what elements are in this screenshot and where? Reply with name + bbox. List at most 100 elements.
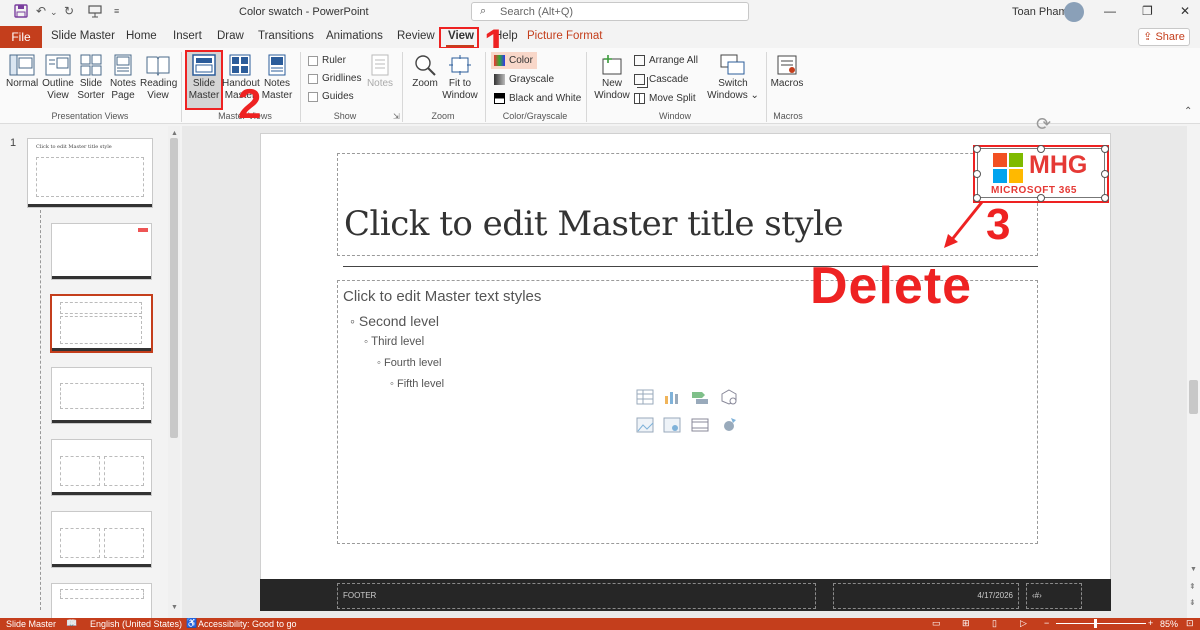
undo-icon[interactable]: ↶ [36, 4, 46, 20]
insert-icons-icon[interactable] [720, 417, 738, 433]
layout-thumbnail[interactable] [51, 511, 152, 568]
body-placeholder[interactable] [337, 280, 1038, 544]
layout-thumbnail[interactable] [51, 439, 152, 496]
switch-windows-button[interactable]: Switch Windows ⌄ [706, 54, 760, 102]
status-accessibility[interactable]: Accessibility: Good to go [198, 619, 297, 629]
scrollbar-thumb[interactable] [1189, 380, 1198, 414]
guides-check[interactable] [308, 91, 318, 102]
color-button[interactable]: Color [494, 55, 533, 66]
grayscale-button[interactable]: Grayscale [494, 74, 554, 85]
dialog-launcher-icon[interactable]: ⇲ [393, 112, 400, 121]
insert-3d-model-icon[interactable] [720, 389, 738, 405]
slide-title[interactable]: Click to edit Master title style [344, 204, 844, 244]
normal-view-button[interactable]: Normal [6, 54, 38, 90]
body-level-3[interactable]: ◦ Third level [364, 336, 424, 348]
canvas-scrollbar[interactable]: ▼ ⇞ ⇟ [1187, 126, 1200, 618]
reading-status-icon[interactable]: ▯ [992, 618, 997, 629]
zoom-slider[interactable] [1056, 623, 1146, 624]
collapse-ribbon-icon[interactable]: ⌃ [1184, 106, 1192, 117]
slides-pane-scrollbar[interactable]: ▲ ▼ [168, 126, 180, 618]
tab-picture-format[interactable]: Picture Format [527, 30, 602, 42]
resize-handle[interactable] [1101, 194, 1109, 202]
normal-view-status-icon[interactable]: ▭ [932, 618, 941, 629]
resize-handle[interactable] [1101, 145, 1109, 153]
guides-checkbox[interactable]: Guides [308, 91, 354, 102]
search-box[interactable]: ⌕ Search (Alt+Q) [471, 2, 749, 21]
status-language[interactable]: English (United States) [90, 619, 182, 629]
body-level-5[interactable]: ◦ Fifth level [390, 378, 444, 390]
tab-file[interactable]: File [0, 26, 42, 48]
zoom-in-icon[interactable]: + [1148, 618, 1153, 628]
save-icon[interactable] [14, 4, 28, 20]
slide-number-placeholder[interactable]: ‹#› [1026, 583, 1082, 609]
footer-placeholder[interactable]: FOOTER [337, 583, 816, 609]
gridlines-checkbox[interactable]: Gridlines [308, 73, 361, 84]
fit-to-window-button[interactable]: Fit to Window [441, 54, 479, 102]
avatar[interactable] [1064, 2, 1084, 22]
scroll-down-icon[interactable]: ▼ [1190, 566, 1197, 573]
notes-button[interactable]: Notes [364, 54, 396, 90]
resize-handle[interactable] [973, 170, 981, 178]
next-slide-icon[interactable]: ⇟ [1189, 598, 1196, 607]
date-placeholder[interactable]: 4/17/2026 [833, 583, 1019, 609]
share-button[interactable]: ⇪ Share [1138, 28, 1190, 46]
present-icon[interactable] [88, 4, 102, 20]
restore-icon[interactable]: ❐ [1142, 4, 1153, 18]
previous-slide-icon[interactable]: ⇞ [1189, 582, 1196, 591]
slide-sorter-button[interactable]: Slide Sorter [76, 54, 106, 102]
notes-page-button[interactable]: Notes Page [108, 54, 138, 102]
redo-icon[interactable]: ↻ [64, 4, 74, 20]
fit-slide-icon[interactable]: ⊡ [1186, 618, 1194, 629]
resize-handle[interactable] [973, 145, 981, 153]
insert-smartart-icon[interactable] [691, 389, 709, 405]
insert-table-icon[interactable] [636, 389, 654, 405]
master-thumbnail[interactable]: Click to edit Master title style [27, 138, 153, 208]
tab-animations[interactable]: Animations [326, 30, 383, 42]
zoom-level[interactable]: 85% [1160, 619, 1178, 629]
insert-chart-icon[interactable] [663, 389, 681, 405]
user-name[interactable]: Toan Pham [1012, 6, 1068, 18]
ruler-checkbox[interactable]: Ruler [308, 55, 346, 66]
body-level-2[interactable]: ◦ Second level [350, 313, 439, 329]
layout-thumbnail-selected[interactable] [50, 294, 153, 353]
insert-video-icon[interactable] [691, 417, 709, 433]
move-split-button[interactable]: Move Split [634, 93, 696, 104]
body-level-4[interactable]: ◦ Fourth level [377, 357, 441, 369]
spellcheck-icon[interactable]: 📖 [66, 618, 77, 629]
tab-review[interactable]: Review [397, 30, 435, 42]
reading-view-button[interactable]: Reading View [140, 54, 177, 102]
minimize-icon[interactable]: — [1104, 4, 1116, 18]
outline-view-button[interactable]: Outline View [42, 54, 74, 102]
gridlines-check[interactable] [308, 73, 318, 84]
rotate-handle-icon[interactable]: ⟳ [1036, 114, 1051, 135]
layout-thumbnail[interactable] [51, 583, 152, 618]
black-white-button[interactable]: Black and White [494, 93, 581, 104]
layout-thumbnail[interactable] [51, 367, 152, 424]
zoom-out-icon[interactable]: − [1044, 618, 1049, 628]
slideshow-status-icon[interactable]: ▷ [1020, 618, 1027, 629]
scroll-up-icon[interactable]: ▲ [171, 130, 178, 137]
ruler-check[interactable] [308, 55, 318, 66]
cascade-button[interactable]: Cascade [634, 74, 688, 85]
scrollbar-thumb[interactable] [170, 138, 178, 438]
zoom-slider-thumb[interactable] [1094, 619, 1097, 628]
tab-draw[interactable]: Draw [217, 30, 244, 42]
customize-qat-icon[interactable]: ≡ [114, 6, 119, 22]
notes-master-button[interactable]: Notes Master [260, 54, 294, 102]
arrange-all-button[interactable]: Arrange All [634, 55, 698, 66]
sorter-status-icon[interactable]: ⊞ [962, 618, 970, 629]
layout-thumbnail[interactable] [51, 223, 152, 280]
body-level-1[interactable]: Click to edit Master text styles [343, 288, 541, 305]
tab-home[interactable]: Home [126, 30, 157, 42]
tab-transitions[interactable]: Transitions [258, 30, 314, 42]
tab-slide-master[interactable]: Slide Master [51, 30, 115, 42]
undo-dropdown-icon[interactable]: ⌄ [50, 7, 58, 23]
close-icon[interactable]: ✕ [1180, 4, 1190, 18]
resize-handle[interactable] [1037, 145, 1045, 153]
macros-button[interactable]: Macros [770, 54, 804, 90]
insert-stock-image-icon[interactable] [663, 417, 681, 433]
zoom-button[interactable]: Zoom [408, 54, 442, 90]
resize-handle[interactable] [1037, 194, 1045, 202]
tab-insert[interactable]: Insert [173, 30, 202, 42]
resize-handle[interactable] [1101, 170, 1109, 178]
